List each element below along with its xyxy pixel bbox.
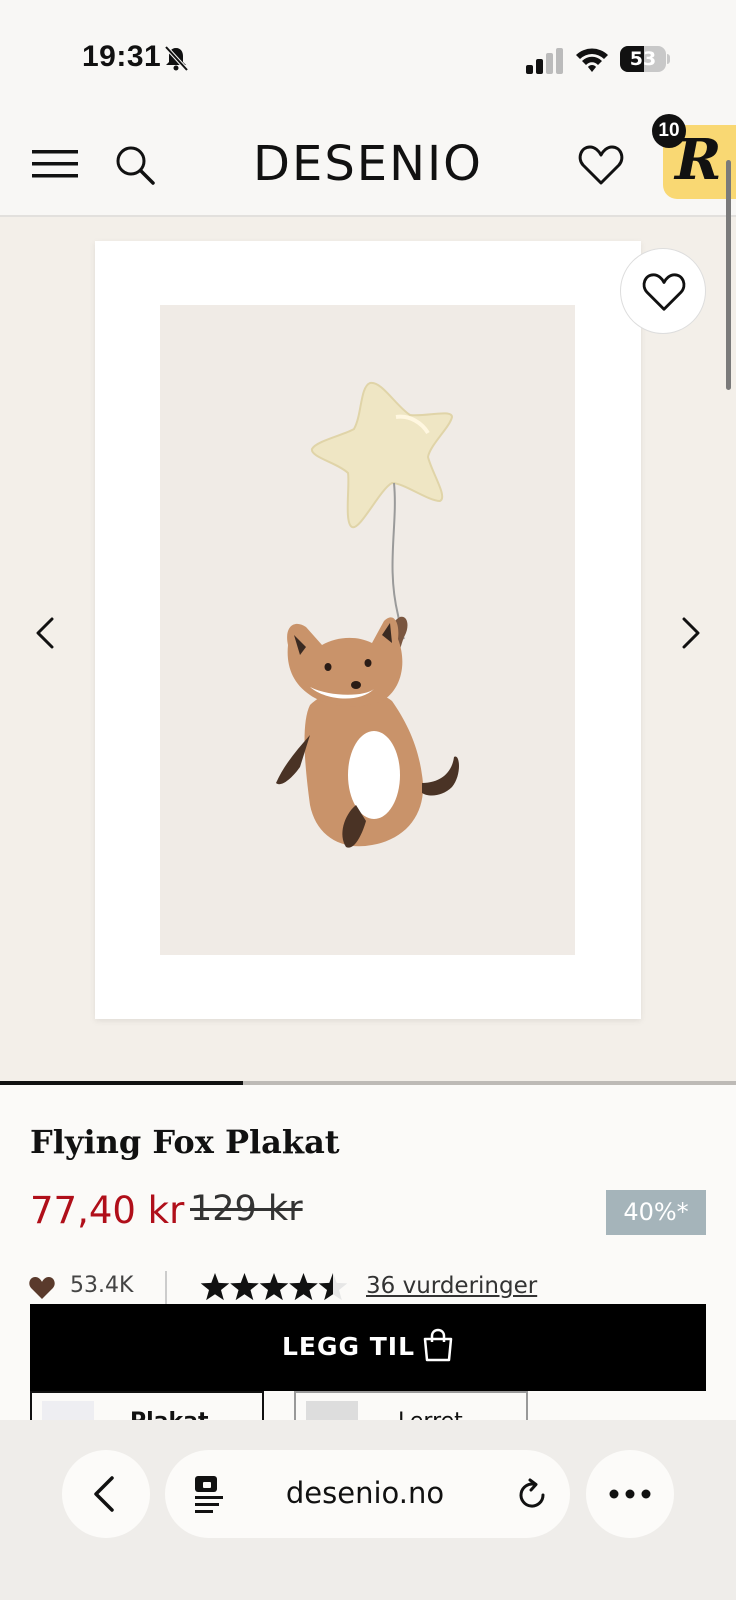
battery-percent: 53 <box>629 48 657 70</box>
heart-icon <box>642 273 686 311</box>
add-to-cart-label: LEGG TIL <box>282 1332 416 1361</box>
star-fill <box>200 1273 230 1301</box>
chevron-left-icon <box>94 1476 114 1512</box>
address-bar[interactable]: desenio.no <box>165 1450 570 1538</box>
sale-price: 77,40 kr <box>30 1189 185 1232</box>
search-icon[interactable] <box>114 144 156 186</box>
poster-frame <box>95 241 641 1019</box>
original-price: 129 kr <box>190 1189 303 1229</box>
product-gallery <box>0 217 736 1085</box>
wifi-icon <box>576 48 608 72</box>
product-info: Flying Fox Plakat 77,40 kr 129 kr 40%* 5… <box>0 1085 736 1431</box>
url-text: desenio.no <box>285 1476 445 1510</box>
likes-heart-icon <box>29 1277 55 1299</box>
star-fill <box>289 1273 318 1301</box>
battery-icon: 53 <box>620 46 670 72</box>
page-scrollbar[interactable] <box>726 160 731 390</box>
browser-toolbar: desenio.no <box>0 1420 736 1600</box>
fox-balloon-illustration <box>276 381 459 848</box>
site-header: DESENIO R 10 <box>0 110 736 217</box>
chevron-right-icon[interactable] <box>676 613 706 653</box>
reader-icon[interactable] <box>193 1474 227 1514</box>
back-button[interactable] <box>62 1450 150 1538</box>
more-icon <box>609 1489 651 1499</box>
rating-stars <box>200 1273 348 1301</box>
favorite-button[interactable] <box>620 248 706 334</box>
bell-muted-icon <box>164 45 189 72</box>
divider <box>165 1271 167 1305</box>
product-title: Flying Fox Plakat <box>30 1123 340 1161</box>
likes-count: 53.4K <box>70 1273 134 1298</box>
bag-icon <box>423 1328 453 1362</box>
status-bar: 19:31 53 <box>0 0 736 110</box>
wishlist-heart-icon[interactable] <box>578 144 624 186</box>
more-button[interactable] <box>586 1450 674 1538</box>
rewards-count-badge: 10 <box>652 114 686 148</box>
site-logo[interactable]: DESENIO <box>236 136 500 192</box>
status-time: 19:31 <box>82 40 162 73</box>
poster-artwork <box>160 305 575 955</box>
star-fill <box>259 1273 289 1301</box>
add-to-cart-button[interactable]: LEGG TIL <box>30 1304 706 1391</box>
menu-icon[interactable] <box>32 148 78 180</box>
signal-icon <box>526 48 563 74</box>
reload-icon[interactable] <box>515 1478 549 1512</box>
chevron-left-icon[interactable] <box>30 613 60 653</box>
star-fill <box>230 1273 259 1301</box>
discount-badge: 40%* <box>606 1190 706 1235</box>
reviews-link[interactable]: 36 vurderinger <box>366 1273 537 1299</box>
